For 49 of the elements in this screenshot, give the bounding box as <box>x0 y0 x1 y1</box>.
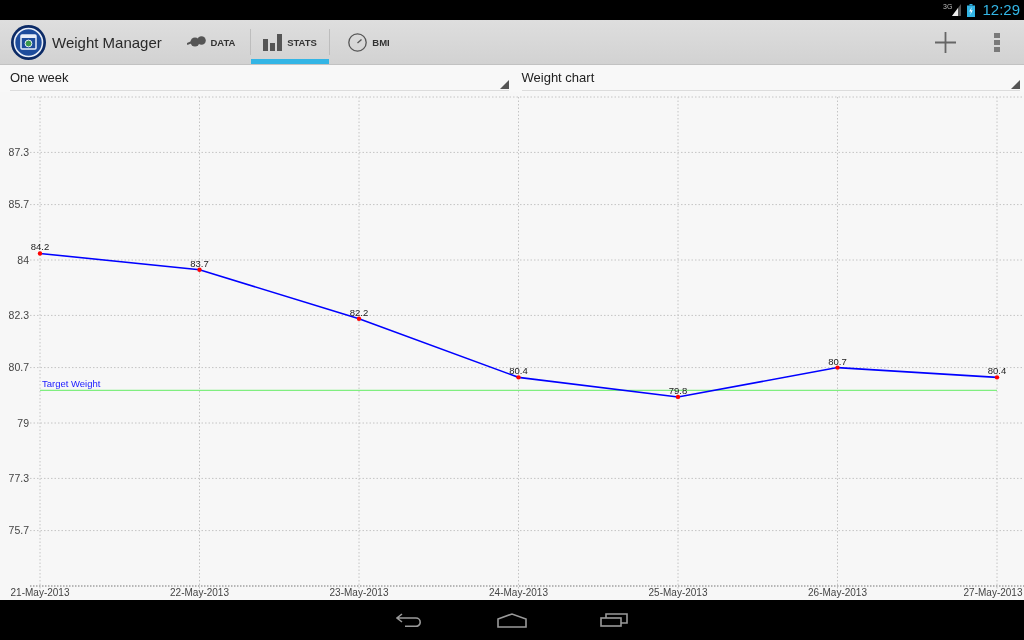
overflow-menu-icon <box>994 32 1000 52</box>
data-point <box>197 267 202 272</box>
dumbbell-icon <box>186 35 206 49</box>
data-label: 79.8 <box>668 384 688 396</box>
x-axis-label: 27-May-2013 <box>963 587 1023 598</box>
data-point <box>516 375 521 380</box>
back-icon[interactable] <box>396 613 424 627</box>
data-label: 80.4 <box>987 365 1007 377</box>
app-logo-icon[interactable] <box>11 24 46 60</box>
data-point <box>356 316 362 321</box>
period-dropdown[interactable]: One week <box>10 65 509 91</box>
y-axis-label: 82.3 <box>8 308 29 321</box>
plus-icon <box>934 31 956 53</box>
data-point <box>994 375 1000 380</box>
data-point <box>37 251 43 256</box>
tab[interactable]: BMI <box>330 20 408 64</box>
x-axis-label: 23-May-2013 <box>329 587 389 598</box>
recent-apps-icon[interactable] <box>600 613 628 627</box>
target-weight-label: Target Weight <box>42 378 101 390</box>
y-axis-label: 85.7 <box>8 198 29 211</box>
x-axis-label: 24-May-2013 <box>489 587 548 598</box>
battery-icon <box>967 3 976 17</box>
clock-time: 12:29 <box>982 1 1020 19</box>
signal-icon <box>952 4 962 16</box>
corner-triangle-icon <box>1011 80 1020 89</box>
data-point <box>675 394 681 400</box>
data-label: 82.2 <box>349 306 369 318</box>
y-axis-label: 79 <box>17 416 29 429</box>
chart-type-dropdown[interactable]: Weight chart <box>521 65 1020 91</box>
x-axis-label: 25-May-2013 <box>648 587 708 598</box>
data-label: 80.7 <box>828 355 847 367</box>
gauge-icon <box>348 32 368 52</box>
data-label: 84.2 <box>30 241 50 253</box>
y-axis-label: 80.7 <box>8 361 29 374</box>
y-axis-label: 75.7 <box>8 524 29 537</box>
x-axis-label: 22-May-2013 <box>170 587 229 598</box>
bar-chart-icon <box>263 33 283 51</box>
y-axis-label: 87.3 <box>8 145 29 158</box>
y-axis-label: 77.3 <box>8 471 29 484</box>
data-label: 80.4 <box>509 365 528 377</box>
data-point <box>835 365 840 370</box>
data-label: 83.7 <box>190 257 209 269</box>
x-axis-label: 26-May-2013 <box>808 587 867 598</box>
home-icon[interactable] <box>497 612 527 628</box>
y-axis-label: 84 <box>17 253 29 266</box>
tab[interactable]: DATA <box>172 20 250 64</box>
corner-triangle-icon <box>499 80 509 89</box>
x-axis-label: 21-May-2013 <box>10 587 70 598</box>
app-title: Weight Manager <box>52 33 162 51</box>
